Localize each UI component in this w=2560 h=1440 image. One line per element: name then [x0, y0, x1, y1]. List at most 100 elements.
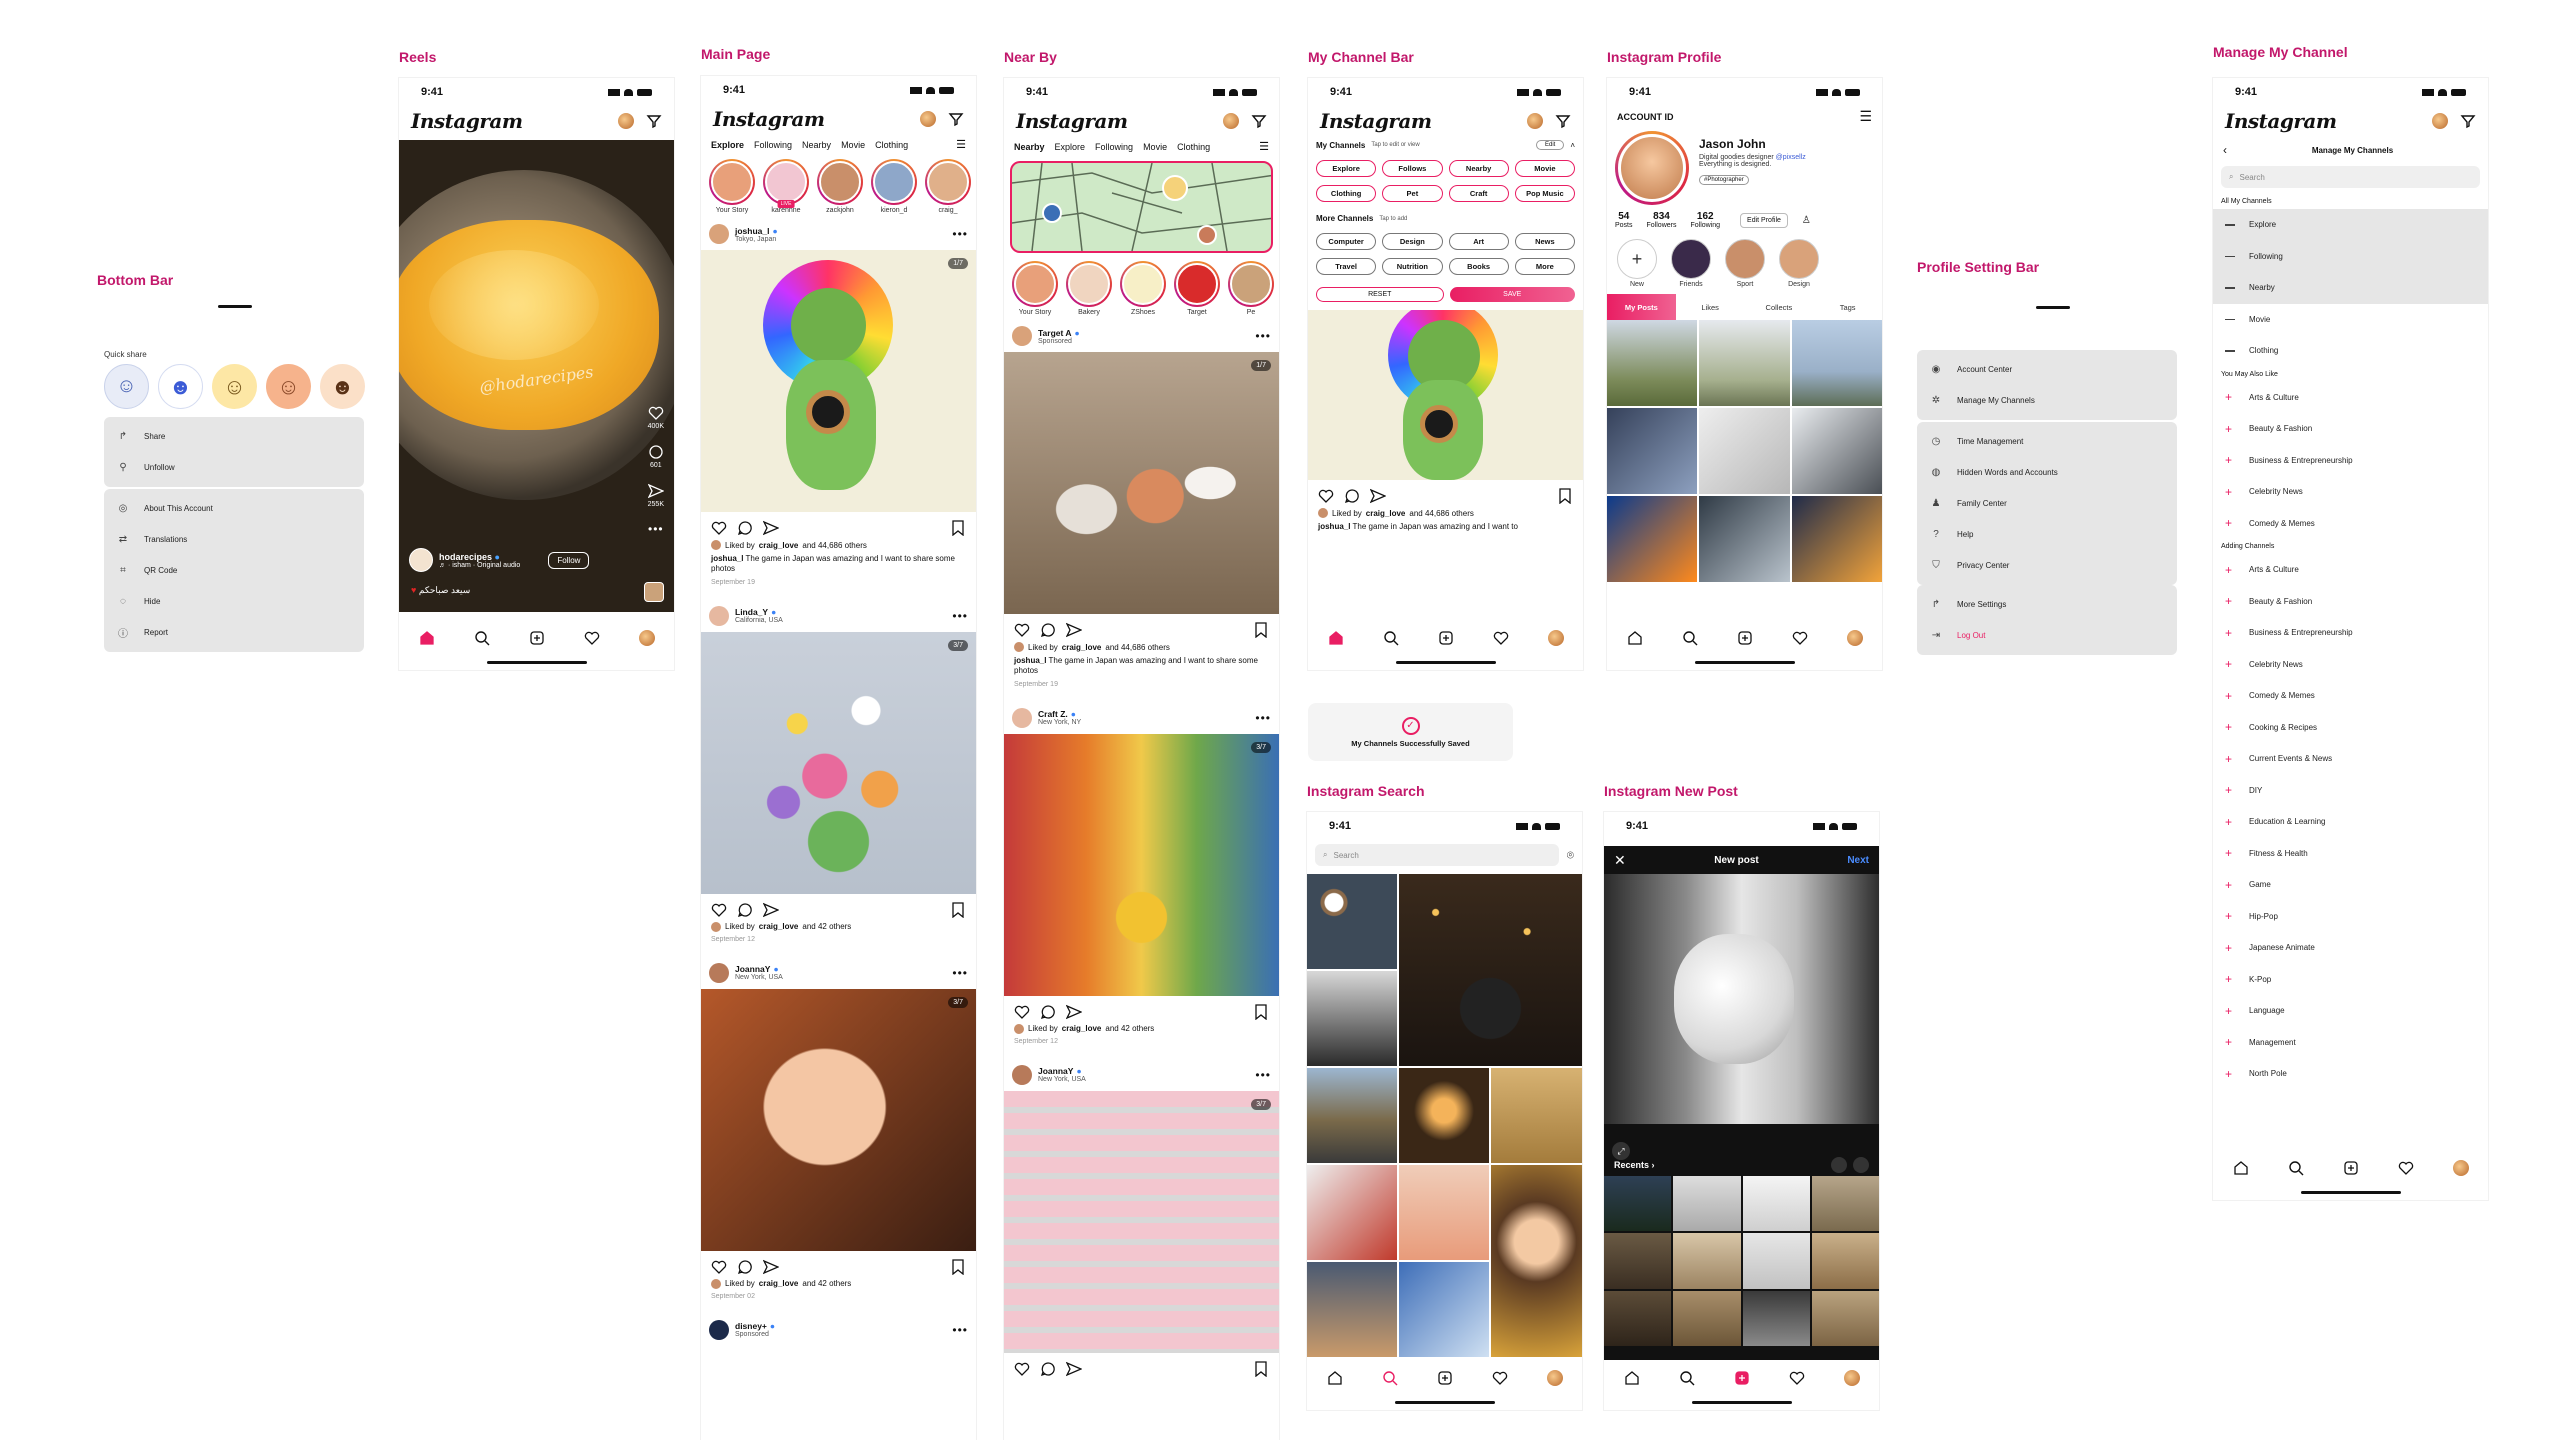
instagram-logo[interactable]: Instagram: [1016, 109, 1128, 133]
more-icon[interactable]: •••: [648, 522, 664, 536]
home-icon[interactable]: [1328, 630, 1344, 651]
grid-photo[interactable]: [1699, 496, 1790, 582]
post-location[interactable]: New York, USA: [1038, 1076, 1086, 1083]
filter-icon[interactable]: [2460, 113, 2476, 129]
add-icon[interactable]: +: [2225, 594, 2235, 608]
tab-movie[interactable]: Movie: [841, 140, 865, 150]
post-location[interactable]: Sponsored: [735, 1331, 775, 1338]
grid-photo[interactable]: [1307, 1165, 1397, 1260]
post-image[interactable]: 1/7: [1004, 352, 1279, 614]
instagram-logo[interactable]: Instagram: [411, 109, 523, 133]
add-icon[interactable]: +: [2225, 941, 2235, 955]
grid-photo[interactable]: [1607, 496, 1698, 582]
add-icon[interactable]: +: [2225, 909, 2235, 923]
highlight-friends[interactable]: Friends: [1671, 239, 1711, 288]
channel-pill-nearby[interactable]: Nearby: [1448, 160, 1509, 177]
comment-icon[interactable]: [737, 902, 753, 918]
channel-row-north-pole[interactable]: + North Pole: [2213, 1058, 2488, 1090]
instagram-logo[interactable]: Instagram: [2225, 109, 2337, 133]
multi-select-icon[interactable]: [1831, 1157, 1847, 1173]
channel-row-arts-culture[interactable]: + Arts & Culture: [2213, 382, 2488, 414]
more-icon[interactable]: •••: [952, 227, 968, 241]
scan-icon[interactable]: ⌾: [1567, 848, 1574, 863]
channel-row-clothing[interactable]: Clothing: [2213, 335, 2488, 367]
grid-photo[interactable]: [1307, 971, 1397, 1066]
liked-others[interactable]: and 42 others: [802, 922, 851, 931]
search-icon[interactable]: [1382, 1370, 1398, 1391]
like-icon[interactable]: [711, 520, 727, 536]
add-icon[interactable]: +: [2225, 657, 2235, 671]
bookmark-icon[interactable]: [1253, 622, 1269, 638]
comment-icon[interactable]: [737, 1259, 753, 1275]
menu-item-log-out[interactable]: ⇥ Log Out: [1917, 620, 2177, 651]
menu-item-family-center[interactable]: ♟ Family Center: [1917, 488, 2177, 519]
channel-pill-books[interactable]: Books: [1448, 258, 1509, 275]
filter-icon[interactable]: [646, 113, 662, 129]
grid-photo[interactable]: [1607, 408, 1698, 494]
map-pin-icon[interactable]: [1197, 225, 1217, 245]
recent-photo[interactable]: [1811, 1290, 1879, 1346]
instagram-logo[interactable]: Instagram: [713, 107, 825, 131]
reel-video[interactable]: @hodarecipes 400K 601 255K ••• hodarecip…: [399, 140, 674, 612]
activity-heart-icon[interactable]: [2398, 1160, 2414, 1181]
add-icon[interactable]: +: [2225, 752, 2235, 766]
quick-share-avatar[interactable]: ☺: [266, 364, 311, 409]
recent-photo[interactable]: [1673, 1233, 1741, 1289]
channel-avatar-icon[interactable]: [1527, 113, 1543, 129]
channel-pill-computer[interactable]: Computer: [1316, 233, 1377, 250]
edit-profile-button[interactable]: Edit Profile: [1740, 212, 1788, 228]
story-item[interactable]: ZShoes: [1120, 261, 1166, 316]
liked-others[interactable]: and 42 others: [802, 1279, 851, 1288]
activity-heart-icon[interactable]: [1789, 1370, 1805, 1391]
add-post-icon[interactable]: [1734, 1370, 1750, 1391]
post-username[interactable]: disney+: [735, 1321, 767, 1331]
send-icon[interactable]: [647, 483, 664, 499]
grid-photo[interactable]: [1791, 496, 1882, 582]
post-avatar[interactable]: [1012, 1064, 1032, 1085]
channel-row-following[interactable]: Following: [2213, 240, 2488, 272]
profile-tag[interactable]: #Photographer: [1699, 175, 1749, 185]
like-icon[interactable]: [711, 902, 727, 918]
channel-row-explore[interactable]: Explore: [2213, 209, 2488, 241]
channel-row-nearby[interactable]: Nearby: [2213, 272, 2488, 304]
home-icon[interactable]: [2233, 1160, 2249, 1181]
post-image[interactable]: 3/7: [701, 631, 976, 894]
channel-pill-art[interactable]: Art: [1448, 233, 1509, 250]
channel-row-beauty-fashion[interactable]: + Beauty & Fashion: [2213, 586, 2488, 618]
post-username[interactable]: Craft Z.: [1038, 709, 1068, 719]
post-username[interactable]: JoannaY: [1038, 1066, 1073, 1076]
camera-icon[interactable]: [1853, 1157, 1869, 1173]
channel-row-current-events-news[interactable]: + Current Events & News: [2213, 743, 2488, 775]
story-item[interactable]: Pe: [1228, 261, 1274, 316]
menu-item-qr-code[interactable]: ⌗ QR Code: [104, 555, 364, 586]
channel-pill-news[interactable]: News: [1514, 233, 1575, 250]
post-image[interactable]: 1/7: [701, 250, 976, 512]
tab-clothing[interactable]: Clothing: [875, 140, 908, 150]
remove-icon[interactable]: [2225, 318, 2235, 320]
send-icon[interactable]: [1370, 488, 1386, 504]
reel-username[interactable]: hodarecipes: [439, 552, 492, 562]
reel-user-avatar[interactable]: [409, 548, 433, 572]
add-post-icon[interactable]: [1737, 630, 1753, 651]
stat-followers[interactable]: 834 Followers: [1647, 211, 1677, 229]
post-username[interactable]: Target A: [1038, 328, 1072, 338]
tabs-menu-icon[interactable]: ☰: [956, 138, 966, 151]
home-icon[interactable]: [1327, 1370, 1343, 1391]
highlight-sport[interactable]: Sport: [1725, 239, 1765, 288]
recent-photo[interactable]: [1742, 1176, 1810, 1232]
channel-row-movie[interactable]: Movie: [2213, 303, 2488, 335]
more-icon[interactable]: •••: [952, 966, 968, 980]
channel-row-comedy-memes[interactable]: + Comedy & Memes: [2213, 680, 2488, 712]
caption-user[interactable]: joshua_l: [1318, 522, 1350, 531]
add-icon[interactable]: +: [2225, 846, 2235, 860]
grid-photo[interactable]: [1699, 408, 1790, 494]
menu-item-report[interactable]: ⓘ Report: [104, 617, 364, 648]
grid-photo[interactable]: [1399, 1165, 1489, 1260]
tab-explore[interactable]: Explore: [1055, 142, 1086, 152]
menu-item-hide[interactable]: ◌ Hide: [104, 586, 364, 617]
like-icon[interactable]: [648, 405, 664, 421]
recent-photo[interactable]: [1604, 1176, 1672, 1232]
profile-tab-tags[interactable]: Tags: [1813, 294, 1882, 320]
activity-heart-icon[interactable]: [1792, 630, 1808, 651]
remove-icon[interactable]: [2225, 224, 2235, 226]
